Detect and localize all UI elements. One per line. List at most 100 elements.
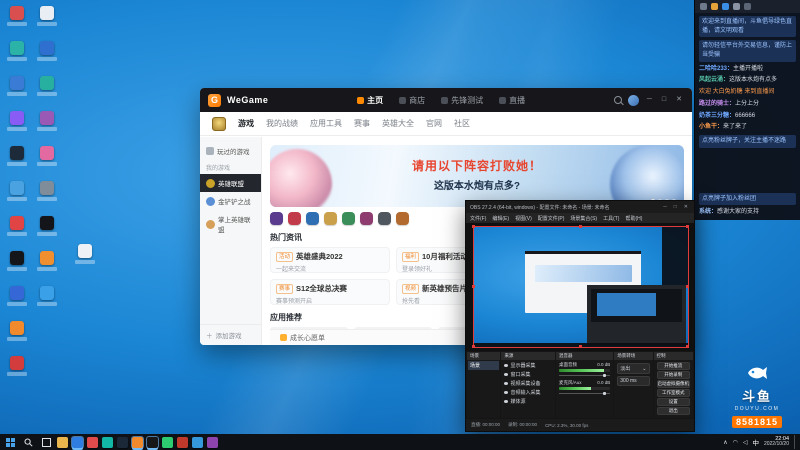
desktop-icon[interactable] [72, 244, 98, 264]
champion-icon[interactable] [306, 212, 319, 225]
wegame-nav-tab[interactable]: 社区 [454, 118, 470, 129]
obs-menu-item[interactable]: 场景集合(S) [570, 215, 597, 222]
avatar[interactable] [627, 94, 639, 106]
wegame-nav-tab[interactable]: 官网 [426, 118, 442, 129]
wegame-nav-tab[interactable]: 游戏 [238, 118, 254, 129]
taskbar-app[interactable] [102, 436, 113, 448]
desktop-icon[interactable] [34, 251, 60, 271]
obs-menu-item[interactable]: 帮助(H) [625, 215, 642, 222]
slider-knob[interactable] [603, 374, 607, 377]
visibility-eye-icon[interactable] [504, 400, 509, 403]
obs-control-button[interactable]: 退出 [656, 407, 690, 415]
champion-icon[interactable] [378, 212, 391, 225]
obs-menu-item[interactable]: 文件(F) [470, 215, 486, 222]
desktop-icon[interactable] [34, 216, 60, 236]
wegame-nav-tab[interactable]: 赛事 [354, 118, 370, 129]
minimize-icon[interactable]: ─ [661, 204, 669, 210]
chat-header-icon[interactable] [744, 3, 751, 10]
volume-slider[interactable] [558, 374, 611, 377]
chat-username[interactable]: 小鱼干： [699, 124, 723, 130]
maximize-icon[interactable]: □ [660, 96, 668, 104]
obs-menu-item[interactable]: 配置文件(P) [538, 215, 565, 222]
maximize-icon[interactable]: □ [672, 204, 679, 210]
selection-handle[interactable] [579, 345, 582, 348]
chat-header-icon[interactable] [722, 3, 729, 10]
champion-icon[interactable] [396, 212, 409, 225]
wegame-nav-tab[interactable]: 应用工具 [310, 118, 342, 129]
show-desktop-button[interactable] [794, 435, 797, 449]
tray-expand-icon[interactable]: ∧ [723, 439, 727, 446]
obs-control-button[interactable]: 设置 [656, 398, 690, 406]
chat-username[interactable]: 风起云涌： [699, 77, 729, 83]
ime-indicator[interactable]: 中 [752, 437, 759, 447]
chat-username[interactable]: 奶茶三分糖： [699, 113, 735, 119]
visibility-eye-icon[interactable] [504, 364, 509, 367]
obs-control-button[interactable]: 启动虚拟摄像机 [656, 380, 690, 388]
sidebar-game-item[interactable]: 金铲铲之战 [200, 192, 261, 210]
obs-preview[interactable] [466, 223, 694, 351]
selection-handle[interactable] [472, 345, 475, 348]
transition-select[interactable]: 淡出 ⌄ [617, 363, 650, 374]
obs-control-button[interactable]: 开始推流 [656, 362, 690, 370]
sidebar-add-game[interactable]: ＋ 添加游戏 [200, 324, 261, 345]
preview-display-capture[interactable] [473, 226, 689, 348]
task-view-button[interactable] [39, 435, 53, 449]
chat-message-list[interactable]: 欢迎来到直播间，斗鱼倡导绿色直播，请文明观看 请勿轻信平台外交易信息，谨防上当受… [695, 16, 800, 186]
sidebar-game-item[interactable]: 掌上英雄联盟 [200, 210, 261, 238]
champion-icon[interactable] [288, 212, 301, 225]
volume-icon[interactable]: ◁ [743, 439, 748, 446]
close-icon[interactable]: ✕ [674, 96, 684, 104]
close-icon[interactable]: ✕ [682, 204, 690, 210]
promo-banner[interactable]: 请用以下阵容打败她！ 这版本水炮有点多? [270, 145, 684, 207]
start-button[interactable] [3, 435, 17, 449]
sidebar-recent-games[interactable]: 玩过的游戏 [200, 143, 261, 159]
taskbar-clock[interactable]: 22:04 2022/10/20 [764, 436, 789, 448]
wegame-top-tab[interactable]: 先锋测试 [441, 95, 483, 106]
desktop-icon[interactable] [4, 181, 30, 201]
taskbar-search-button[interactable] [21, 435, 35, 449]
selection-handle[interactable] [579, 225, 582, 228]
desktop-icon[interactable] [34, 286, 60, 306]
desktop-icon[interactable] [34, 76, 60, 96]
taskbar-app[interactable] [71, 435, 84, 449]
search-icon[interactable] [613, 96, 622, 104]
chat-username[interactable]: 路过的骑士： [699, 101, 735, 107]
source-item[interactable]: 显示器采集 [502, 361, 554, 370]
desktop-icon[interactable] [4, 6, 30, 26]
desktop-icon[interactable] [34, 146, 60, 166]
visibility-eye-icon[interactable] [504, 373, 509, 376]
wegame-top-tab[interactable]: 直播 [499, 95, 525, 106]
desktop-icon[interactable] [4, 356, 30, 376]
selection-handle[interactable] [472, 225, 475, 228]
wegame-nav-tab[interactable]: 英雄大全 [382, 118, 414, 129]
chat-username[interactable]: 系统： [699, 209, 717, 215]
visibility-eye-icon[interactable] [504, 391, 509, 394]
chat-header-icon[interactable] [733, 3, 740, 10]
champion-icon[interactable] [270, 212, 283, 225]
champion-icon[interactable] [360, 212, 373, 225]
volume-slider[interactable] [558, 392, 611, 395]
taskbar-app[interactable] [57, 436, 68, 448]
champion-icon[interactable] [342, 212, 355, 225]
taskbar-app[interactable] [87, 436, 98, 448]
selection-handle[interactable] [686, 285, 689, 288]
desktop-icon[interactable] [34, 41, 60, 61]
desktop-icon[interactable] [34, 111, 60, 131]
slider-knob[interactable] [603, 392, 607, 395]
news-card[interactable]: 活动 英雄盛典2022 一起来交流 [270, 247, 390, 273]
obs-menu-item[interactable]: 编辑(E) [492, 215, 509, 222]
taskbar-app[interactable] [177, 436, 188, 448]
taskbar-app[interactable] [207, 436, 218, 448]
desktop-icon[interactable] [4, 321, 30, 341]
scene-item[interactable]: 场景 [468, 361, 500, 370]
taskbar-app[interactable] [131, 435, 144, 449]
sidebar-game-item[interactable]: 英雄联盟 [200, 174, 261, 192]
champion-icon[interactable] [324, 212, 337, 225]
obs-control-button[interactable]: 工作室模式 [656, 389, 690, 397]
obs-menu-item[interactable]: 工具(T) [603, 215, 619, 222]
chat-username[interactable]: 二哈哈233： [699, 66, 733, 72]
selection-handle[interactable] [686, 225, 689, 228]
desktop-icon[interactable] [4, 41, 30, 61]
taskbar-app[interactable] [192, 436, 203, 448]
news-card[interactable]: 赛事 S12全球总决赛 赛事预测开启 [270, 279, 390, 305]
